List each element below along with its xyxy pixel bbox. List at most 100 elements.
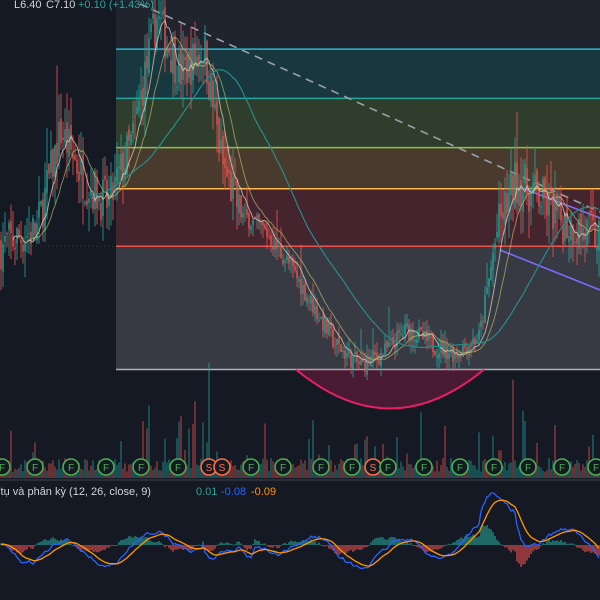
volume-bar [334, 464, 336, 478]
macd-histogram-bar [238, 541, 240, 545]
event-marker-label: F [593, 463, 599, 474]
volume-bar [444, 425, 446, 478]
candle-body [476, 340, 478, 343]
volume-bar [436, 460, 438, 478]
macd-histogram-bar [346, 545, 348, 553]
volume-bar [94, 469, 96, 478]
macd-histogram-bar [164, 545, 166, 548]
volume-bar [504, 461, 506, 478]
macd-histogram-bar [216, 544, 218, 546]
event-marker-label: F [138, 463, 144, 474]
macd-histogram-bar [512, 545, 514, 550]
candle-body [360, 360, 362, 366]
candle-body [596, 246, 598, 251]
macd-histogram-bar [318, 542, 320, 545]
volume-bar [474, 465, 476, 478]
macd-histogram-bar [278, 545, 280, 548]
candle-body [546, 192, 548, 216]
macd-histogram-bar [524, 545, 526, 564]
macd-histogram-bar [416, 545, 418, 547]
candle-body [118, 166, 120, 168]
macd-histogram-bar [156, 542, 158, 545]
candle-body [406, 322, 408, 327]
candle-body [414, 340, 416, 342]
candle-body [542, 179, 544, 200]
macd-histogram-bar [408, 543, 410, 545]
macd-histogram-bar [280, 545, 282, 546]
candle-body [224, 158, 226, 168]
macd-histogram-bar [128, 536, 130, 545]
macd-histogram-bar [546, 541, 548, 545]
candle-body [378, 359, 380, 365]
macd-histogram-bar [22, 545, 24, 553]
candle-body [302, 285, 304, 294]
candle-body [588, 214, 590, 217]
candle-body [574, 241, 576, 244]
candle-body [158, 16, 160, 19]
candle-body [286, 256, 288, 261]
candle-body [336, 338, 338, 345]
candle-body [294, 266, 296, 271]
candle-body [510, 171, 512, 196]
volume-bar [128, 464, 130, 478]
candle-body [238, 194, 240, 214]
candle-body [50, 150, 52, 173]
macd-histogram-bar [24, 545, 26, 551]
macd-histogram-bar [564, 541, 566, 545]
candle-body [498, 203, 500, 238]
macd-histogram-bar [446, 544, 448, 546]
macd-histogram-bar [106, 545, 108, 548]
candle-body [478, 330, 480, 340]
macd-histogram-bar [486, 525, 488, 545]
volume-bar [364, 439, 366, 478]
volume-bar [58, 459, 60, 478]
volume-bar [96, 469, 98, 478]
candle-body [370, 356, 372, 367]
volume-bar [188, 428, 190, 478]
volume-bar [480, 471, 482, 478]
candle-body [506, 193, 508, 214]
macd-histogram-bar [292, 541, 294, 545]
candle-body [318, 319, 320, 321]
macd-histogram-bar [116, 544, 118, 546]
volume-bar [270, 458, 272, 478]
trading-chart[interactable]: FFFFFFSSFFFFSFFFFFFF L6.40 C7.10 +0.10 (… [0, 0, 600, 600]
macd-histogram-bar [412, 544, 414, 546]
candle-body [218, 117, 220, 153]
macd-histogram-bar [102, 545, 104, 550]
candle-body [564, 213, 566, 241]
candle-body [540, 205, 542, 208]
macd-histogram-bar [162, 544, 164, 546]
volume-bar [192, 423, 194, 478]
macd-histogram-bar [176, 545, 178, 550]
macd-histogram-bar [490, 529, 492, 545]
candle-body [486, 287, 488, 294]
macd-histogram-bar [38, 542, 40, 545]
macd-histogram-bar [384, 539, 386, 545]
macd-histogram-bar [442, 545, 444, 547]
macd-histogram-bar [232, 544, 234, 546]
macd-histogram-bar [438, 545, 440, 550]
candle-body [282, 260, 284, 264]
volume-bar [92, 460, 94, 478]
candle-body [534, 175, 536, 188]
volume-bar [434, 471, 436, 478]
candle-body [66, 122, 68, 153]
event-marker-label: F [491, 463, 497, 474]
candle-body [508, 190, 510, 212]
candle-body [14, 247, 16, 250]
candle-body [328, 323, 330, 336]
candle-body [140, 90, 142, 100]
macd-histogram-bar [574, 544, 576, 546]
candle-body [316, 306, 318, 320]
candle-body [150, 23, 152, 32]
volume-bar [308, 438, 310, 478]
event-marker-label: F [103, 463, 109, 474]
candle-body [404, 323, 406, 335]
candle-body [496, 232, 498, 238]
volume-bar [550, 469, 552, 478]
candle-body [82, 154, 84, 199]
volume-bar [48, 463, 50, 478]
volume-bar [338, 464, 340, 478]
candle-body [54, 145, 56, 177]
